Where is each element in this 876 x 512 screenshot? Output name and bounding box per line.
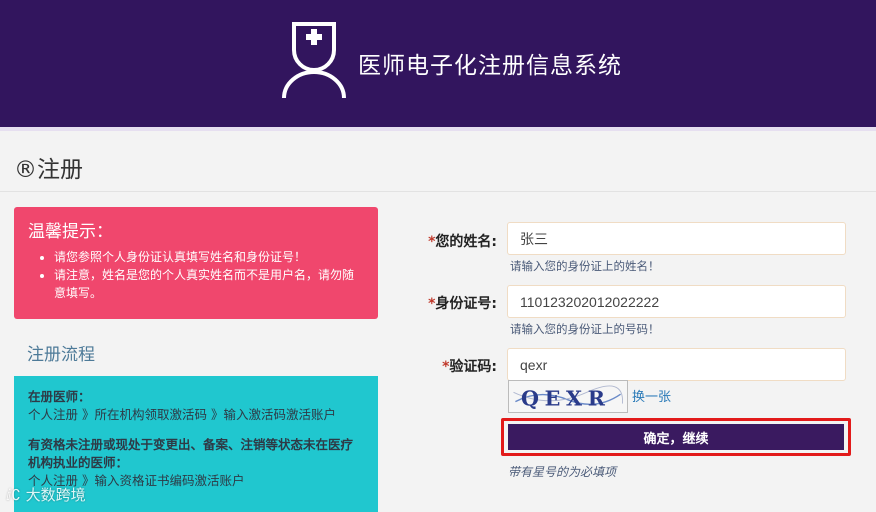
doctor-nurse-icon [282,22,346,99]
app-header: 医师电子化注册信息系统 [0,0,876,131]
svg-text:QEXR: QEXR [521,386,610,410]
watermark: ⅈ∁ 大数跨境 [6,486,86,504]
captcha-image[interactable]: QEXR [508,380,628,413]
idcard-hint: 请输入您的身份证上的号码！ [510,322,660,336]
captcha-input[interactable] [507,348,846,381]
process-registered-label: 在册医师： [28,389,91,404]
page-title: ®注册 [14,157,83,183]
loop-logo-icon: ⅈ∁ [6,486,21,504]
divider [0,191,876,192]
submit-highlight: 确定，继续 [501,418,851,456]
process-title: 注册流程 [27,345,95,365]
process-registered-steps: 个人注册 》所在机构领取激活码 》输入激活码激活账户 [28,407,336,422]
captcha-label: *验证码: [442,359,497,375]
process-qualified-label: 有资格未注册或现处于变更出、备案、注销等状态未在医疗机构执业的医师： [28,437,354,470]
submit-button[interactable]: 确定，继续 [508,424,844,450]
idcard-input[interactable] [507,285,846,318]
app-title: 医师电子化注册信息系统 [358,53,622,79]
name-hint: 请输入您的身份证上的姓名！ [510,259,660,273]
name-label: *您的姓名: [428,234,497,250]
idcard-label: *身份证号: [428,296,497,312]
name-input[interactable] [507,222,846,255]
required-note: 带有星号的为必填项 [508,465,617,479]
refresh-captcha-link[interactable]: 换一张 [632,386,671,405]
